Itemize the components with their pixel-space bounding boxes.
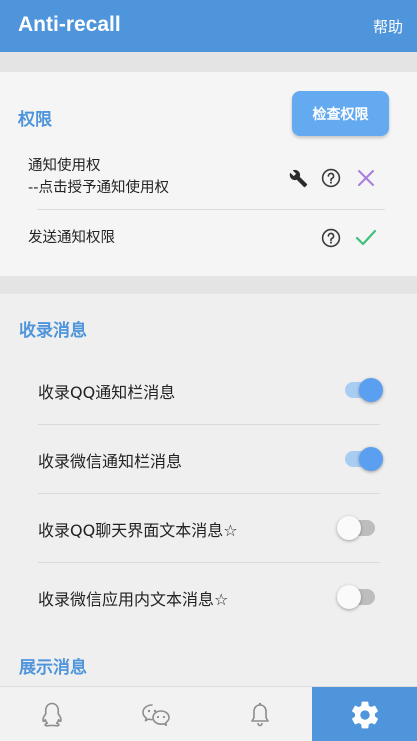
option-label: 收录QQ聊天界面文本消息☆: [38, 521, 238, 540]
toggle-knob: [337, 516, 361, 540]
perm-divider: [37, 209, 385, 210]
option-record-wechat-app-text[interactable]: 收录微信应用内文本消息☆: [38, 563, 380, 632]
bell-icon: [251, 702, 269, 726]
perm-label: 通知使用权: [28, 158, 101, 174]
toggle-switch[interactable]: [337, 516, 375, 540]
section-gap: [0, 52, 417, 72]
app-title: Anti-recall: [18, 13, 121, 36]
option-label: 收录微信通知栏消息: [38, 452, 183, 471]
cross-icon: [358, 170, 374, 186]
record-title: 收录消息: [19, 321, 87, 341]
perm-label: 发送通知权限: [28, 230, 115, 246]
nav-item-settings[interactable]: [312, 687, 417, 741]
permissions-title: 权限: [18, 110, 52, 130]
toggle-knob: [359, 447, 383, 471]
check-permissions-button[interactable]: 检查权限: [292, 91, 389, 136]
nav-item-notifications[interactable]: [208, 687, 312, 741]
check-icon: [355, 229, 377, 246]
option-label: 收录QQ通知栏消息: [38, 383, 176, 402]
toggle-switch[interactable]: [345, 447, 383, 471]
bottom-nav: [0, 686, 417, 741]
perm-hint: --点击授予通知使用权: [28, 180, 169, 196]
app-bar: Anti-recall 帮助: [0, 0, 417, 52]
toggle-knob: [359, 378, 383, 402]
option-label: 收录微信应用内文本消息☆: [38, 590, 229, 609]
qq-penguin-icon: [42, 702, 62, 727]
option-record-qq-notification[interactable]: 收录QQ通知栏消息: [38, 356, 383, 425]
help-circle-icon[interactable]: [321, 228, 341, 248]
toggle-switch[interactable]: [345, 378, 383, 402]
permissions-card: 权限 检查权限 通知使用权 --点击授予通知使用权 发送通知权限: [0, 72, 417, 276]
nav-item-qq[interactable]: [0, 687, 104, 741]
toggle-switch[interactable]: [337, 585, 375, 609]
help-circle-icon[interactable]: [321, 168, 341, 188]
option-record-qq-chat-text[interactable]: 收录QQ聊天界面文本消息☆: [38, 494, 380, 563]
nav-item-wechat[interactable]: [104, 687, 208, 741]
section-gap: [0, 276, 417, 294]
help-link[interactable]: 帮助: [373, 16, 403, 37]
gear-icon: [351, 701, 378, 728]
record-card: 收录消息 收录QQ通知栏消息 收录微信通知栏消息 收录QQ聊天界面文本消息☆ 收…: [0, 294, 417, 686]
toggle-knob: [337, 585, 361, 609]
display-title: 展示消息: [19, 658, 87, 678]
wechat-icon: [142, 703, 170, 726]
wrench-icon[interactable]: [289, 169, 308, 188]
option-record-wechat-notification[interactable]: 收录微信通知栏消息: [38, 425, 383, 494]
